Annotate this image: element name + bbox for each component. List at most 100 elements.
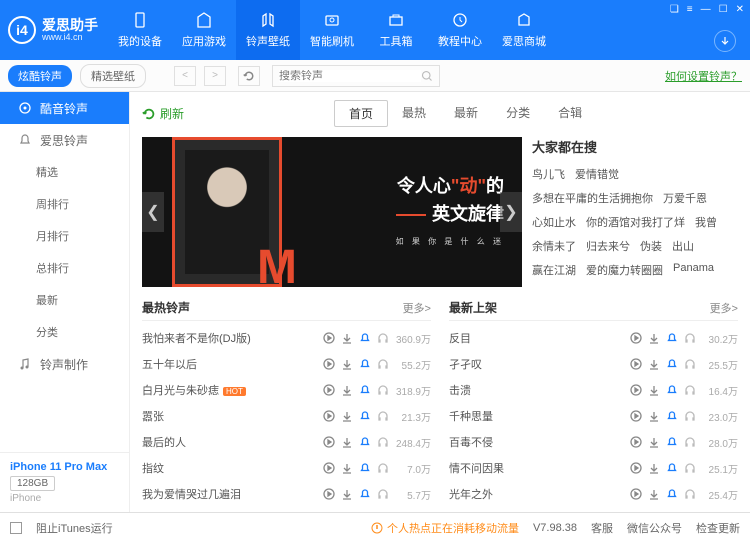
row-title[interactable]: 反目	[449, 330, 630, 346]
search-icon[interactable]	[421, 70, 433, 82]
reload-button[interactable]	[238, 66, 260, 86]
headphone-icon[interactable]	[684, 436, 696, 448]
headphone-icon[interactable]	[684, 462, 696, 474]
hot-more-link[interactable]: 更多>	[403, 300, 431, 316]
headphone-icon[interactable]	[377, 462, 389, 474]
hotsearch-term[interactable]: 爱的魔力转圈圈	[586, 262, 663, 278]
play-icon[interactable]	[630, 462, 642, 474]
play-icon[interactable]	[323, 358, 335, 370]
ringtone-icon[interactable]	[359, 462, 371, 474]
play-icon[interactable]	[323, 332, 335, 344]
window-close-icon[interactable]: ✕	[736, 4, 744, 15]
hotsearch-term[interactable]: 心如止水	[532, 214, 576, 230]
play-icon[interactable]	[630, 332, 642, 344]
play-icon[interactable]	[630, 384, 642, 396]
hotsearch-term[interactable]: 爱情错觉	[575, 166, 619, 182]
play-icon[interactable]	[630, 410, 642, 422]
nav-forward-button[interactable]: >	[204, 66, 226, 86]
hotsearch-term[interactable]: 归去来兮	[586, 238, 630, 254]
ringtone-icon[interactable]	[359, 358, 371, 370]
nav-tab-5[interactable]: 教程中心	[428, 0, 492, 60]
download-icon[interactable]	[648, 488, 660, 500]
window-skin-icon[interactable]: ❏	[670, 4, 679, 15]
hotsearch-term[interactable]: 多想在平庸的生活拥抱你	[532, 190, 653, 206]
nav-tab-3[interactable]: 智能刷机	[300, 0, 364, 60]
nav-back-button[interactable]: <	[174, 66, 196, 86]
row-title[interactable]: 最后的人	[142, 434, 323, 450]
subtab-ringtones[interactable]: 炫酷铃声	[8, 65, 72, 87]
ringtone-icon[interactable]	[666, 488, 678, 500]
download-indicator[interactable]	[714, 30, 736, 52]
row-title[interactable]: 嚣张	[142, 408, 323, 424]
sidebar-item-3[interactable]: 周排行	[0, 188, 129, 220]
hotsearch-term[interactable]: 出山	[672, 238, 694, 254]
new-more-link[interactable]: 更多>	[710, 300, 738, 316]
content-tab-1[interactable]: 最热	[388, 100, 440, 127]
play-icon[interactable]	[323, 384, 335, 396]
headphone-icon[interactable]	[684, 384, 696, 396]
row-title[interactable]: 白月光与朱砂痣HOT	[142, 382, 323, 398]
headphone-icon[interactable]	[377, 488, 389, 500]
ringtone-icon[interactable]	[359, 436, 371, 448]
content-tab-3[interactable]: 分类	[492, 100, 544, 127]
download-icon[interactable]	[648, 436, 660, 448]
ringtone-icon[interactable]	[359, 384, 371, 396]
headphone-icon[interactable]	[377, 332, 389, 344]
ringtone-icon[interactable]	[359, 488, 371, 500]
device-panel[interactable]: iPhone 11 Pro Max 128GB iPhone	[0, 452, 129, 512]
hotsearch-term[interactable]: 我曾	[695, 214, 717, 230]
play-icon[interactable]	[630, 488, 642, 500]
search-input[interactable]	[279, 70, 421, 82]
row-title[interactable]: 情不问因果	[449, 460, 630, 476]
download-icon[interactable]	[648, 462, 660, 474]
refresh-link[interactable]: 刷新	[142, 105, 184, 122]
ringtone-icon[interactable]	[666, 332, 678, 344]
sidebar-item-4[interactable]: 月排行	[0, 220, 129, 252]
ringtone-icon[interactable]	[666, 358, 678, 370]
ringtone-icon[interactable]	[666, 462, 678, 474]
headphone-icon[interactable]	[684, 332, 696, 344]
headphone-icon[interactable]	[684, 488, 696, 500]
search-box[interactable]	[272, 65, 440, 87]
row-title[interactable]: 五十年以后	[142, 356, 323, 372]
headphone-icon[interactable]	[684, 410, 696, 422]
nav-tab-4[interactable]: 工具箱	[364, 0, 428, 60]
window-menu-icon[interactable]: ≡	[687, 4, 693, 15]
ringtone-icon[interactable]	[666, 384, 678, 396]
download-icon[interactable]	[341, 488, 353, 500]
headphone-icon[interactable]	[684, 358, 696, 370]
nav-tab-1[interactable]: 应用游戏	[172, 0, 236, 60]
play-icon[interactable]	[323, 410, 335, 422]
content-tab-2[interactable]: 最新	[440, 100, 492, 127]
play-icon[interactable]	[323, 488, 335, 500]
content-tab-4[interactable]: 合辑	[544, 100, 596, 127]
sidebar-item-2[interactable]: 精选	[0, 156, 129, 188]
download-icon[interactable]	[341, 384, 353, 396]
window-max-icon[interactable]: ☐	[719, 4, 728, 15]
download-icon[interactable]	[341, 436, 353, 448]
play-icon[interactable]	[630, 358, 642, 370]
ringtone-icon[interactable]	[666, 436, 678, 448]
help-link[interactable]: 如何设置铃声？	[665, 68, 742, 84]
download-icon[interactable]	[648, 384, 660, 396]
hotsearch-term[interactable]: 你的酒馆对我打了烊	[586, 214, 685, 230]
sidebar-item-6[interactable]: 最新	[0, 284, 129, 316]
window-min-icon[interactable]: —	[701, 4, 711, 15]
subtab-wallpapers[interactable]: 精选壁纸	[80, 64, 146, 88]
nav-tab-6[interactable]: 爱思商城	[492, 0, 556, 60]
download-icon[interactable]	[341, 462, 353, 474]
download-icon[interactable]	[341, 332, 353, 344]
row-title[interactable]: 光年之外	[449, 486, 630, 502]
headphone-icon[interactable]	[377, 384, 389, 396]
sidebar-item-1[interactable]: 爱思铃声	[0, 124, 129, 156]
hotsearch-term[interactable]: 余情未了	[532, 238, 576, 254]
row-title[interactable]: 我怕来者不是你(DJ版)	[142, 330, 323, 346]
row-title[interactable]: 百毒不侵	[449, 434, 630, 450]
hotsearch-term[interactable]: 伪装	[640, 238, 662, 254]
headphone-icon[interactable]	[377, 410, 389, 422]
headphone-icon[interactable]	[377, 358, 389, 370]
row-title[interactable]: 击溃	[449, 382, 630, 398]
hotsearch-term[interactable]: 鸟儿飞	[532, 166, 565, 182]
app-logo[interactable]: i4 爱思助手 www.i4.cn	[8, 16, 98, 44]
banner-prev-button[interactable]: ❮	[142, 192, 164, 232]
